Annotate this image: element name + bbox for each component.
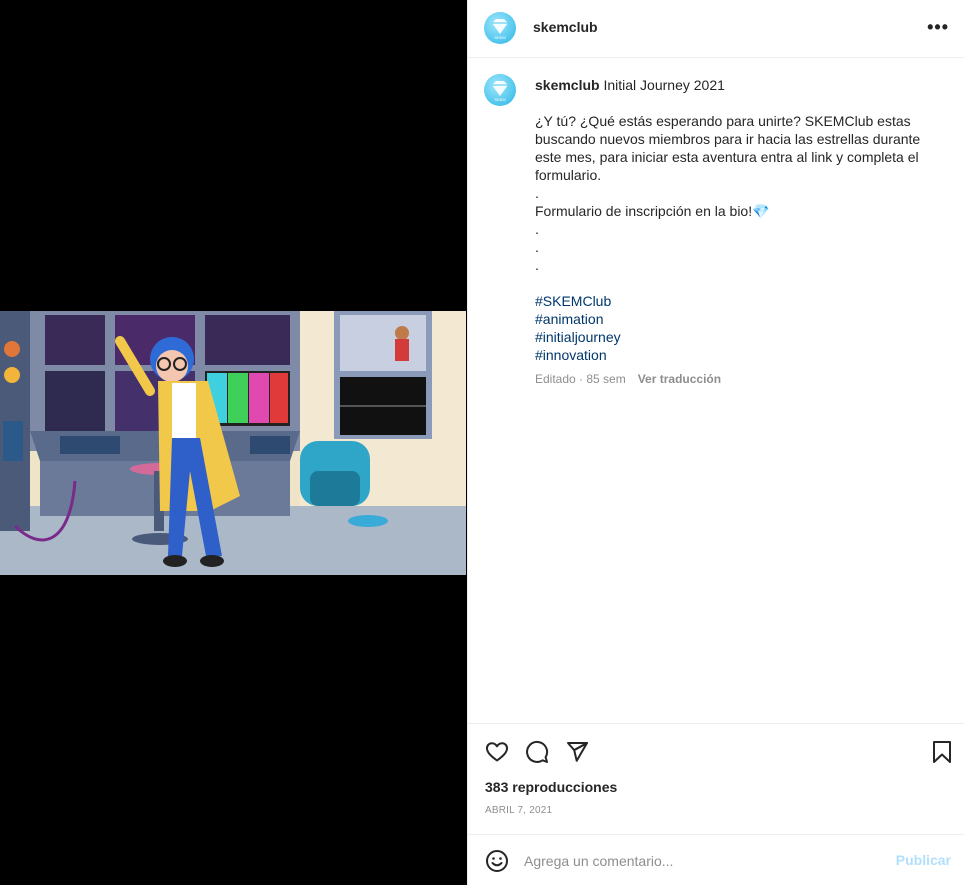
- post-media[interactable]: [0, 0, 467, 885]
- video-frame[interactable]: [0, 311, 466, 575]
- caption-line: .: [535, 239, 539, 255]
- view-count[interactable]: 383 reproducciones: [485, 779, 617, 795]
- caption-line: .: [535, 257, 539, 273]
- diamond-logo-icon: SKEM: [492, 19, 508, 40]
- caption-meta: Editado · 85 sem Ver traducción: [535, 370, 945, 388]
- hashtag-link[interactable]: #innovation: [535, 347, 607, 363]
- post-author-username[interactable]: skemclub: [533, 19, 598, 35]
- diamond-logo-icon: SKEM: [492, 81, 508, 102]
- caption-username[interactable]: skemclub: [535, 77, 600, 93]
- hashtag-link[interactable]: #initialjourney: [535, 329, 621, 345]
- caption-line: Formulario de inscripción en la bio!💎: [535, 202, 945, 220]
- hashtag-link[interactable]: #SKEMClub: [535, 293, 611, 309]
- post-date: ABRIL 7, 2021: [485, 805, 553, 816]
- svg-text:SKEM: SKEM: [494, 97, 505, 102]
- see-translation-link[interactable]: Ver traducción: [638, 372, 721, 386]
- avatar[interactable]: SKEM: [484, 12, 516, 44]
- comment-icon[interactable]: [525, 740, 549, 764]
- send-icon[interactable]: [565, 740, 589, 764]
- caption-line-text: Formulario de inscripción en la bio!: [535, 203, 753, 219]
- edited-timestamp: Editado · 85 sem: [535, 372, 626, 386]
- comment-bar: Publicar: [468, 834, 964, 885]
- caption-line: ¿Y tú? ¿Qué estás esperando para unirte?…: [535, 113, 921, 183]
- hashtag-link[interactable]: #animation: [535, 311, 604, 327]
- caption-line: .: [535, 185, 539, 201]
- heart-icon[interactable]: [485, 740, 509, 764]
- publish-button[interactable]: Publicar: [896, 852, 951, 868]
- caption-avatar[interactable]: SKEM: [484, 74, 516, 106]
- caption: skemclub Initial Journey 2021 ¿Y tú? ¿Qu…: [535, 76, 945, 388]
- bookmark-icon[interactable]: [930, 740, 954, 764]
- caption-body: ¿Y tú? ¿Qué estás esperando para unirte?…: [535, 112, 945, 364]
- caption-line: .: [535, 221, 539, 237]
- comment-input[interactable]: [524, 849, 884, 873]
- action-bar: [468, 723, 964, 775]
- post-details-panel: SKEM skemclub ••• SKEM skemclub Initial …: [467, 0, 964, 885]
- post-header: SKEM skemclub •••: [468, 0, 964, 58]
- smiley-icon[interactable]: [485, 849, 509, 873]
- caption-title: Initial Journey 2021: [603, 77, 725, 93]
- hashtags: #SKEMClub #animation #initialjourney #in…: [535, 274, 945, 364]
- more-options-icon[interactable]: •••: [927, 18, 949, 36]
- svg-text:SKEM: SKEM: [494, 35, 505, 40]
- gem-emoji: 💎: [752, 203, 770, 219]
